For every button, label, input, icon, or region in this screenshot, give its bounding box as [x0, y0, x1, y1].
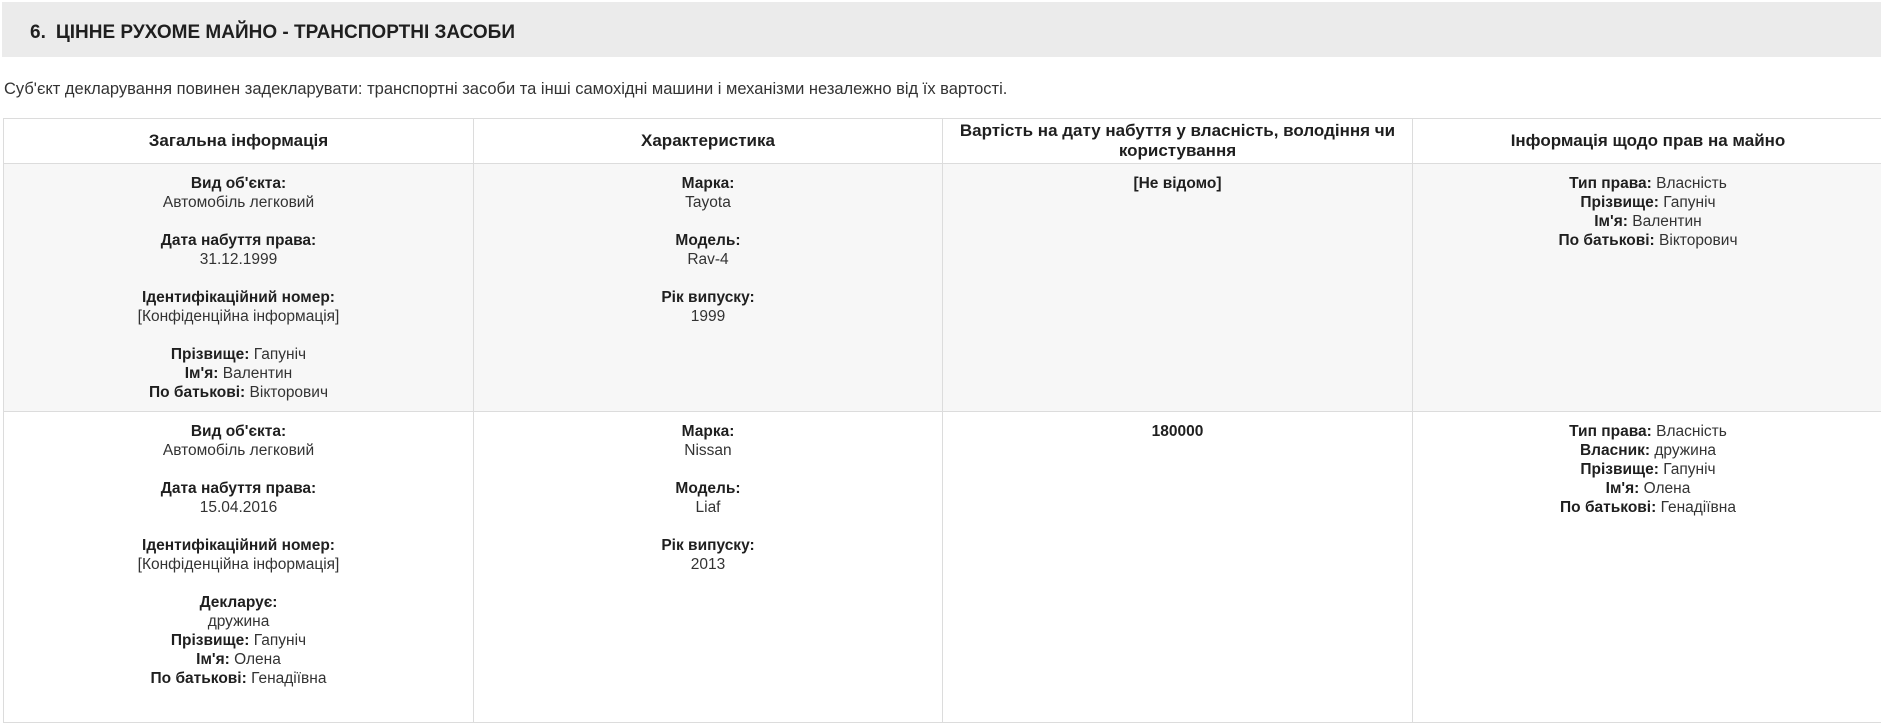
header-general-info: Загальна інформація — [4, 119, 474, 164]
brand-label: Марка: — [480, 422, 936, 441]
rights-patronymic-label: По батькові: — [1558, 232, 1654, 249]
year-label: Рік випуску: — [480, 288, 936, 307]
table-header-row: Загальна інформація Характеристика Варті… — [4, 119, 1881, 164]
object-type-value: Автомобіль легковий — [10, 193, 467, 212]
rights-type-value: Власність — [1656, 423, 1727, 440]
year-value: 2013 — [480, 555, 936, 574]
declarant-label: Декларує: — [10, 593, 467, 612]
surname-value: Гапуніч — [254, 346, 306, 363]
rights-patronymic-label: По батькові: — [1560, 499, 1656, 516]
model-value: Rav-4 — [480, 250, 936, 269]
vehicles-table: Загальна інформація Характеристика Варті… — [3, 118, 1881, 723]
value-amount: [Не відомо] — [949, 174, 1406, 193]
patronymic-value: Генадіївна — [251, 670, 326, 687]
year-value: 1999 — [480, 307, 936, 326]
acquired-date-label: Дата набуття права: — [10, 479, 467, 498]
acquired-date-block: Дата набуття права: 15.04.2016 — [10, 479, 467, 517]
object-type-block: Вид об'єкта: Автомобіль легковий — [10, 174, 467, 212]
surname-value: Гапуніч — [254, 632, 306, 649]
name-value: Валентин — [223, 365, 293, 382]
rights-surname-label: Прізвище: — [1580, 194, 1659, 211]
rights-surname-label: Прізвище: — [1580, 461, 1659, 478]
rights-type-label: Тип права: — [1569, 175, 1652, 192]
patronymic-label: По батькові: — [149, 384, 245, 401]
rights-owner-label: Власник: — [1580, 442, 1650, 459]
id-number-value: [Конфіденційна інформація] — [10, 555, 467, 574]
acquired-date-value: 15.04.2016 — [10, 498, 467, 517]
model-block: Модель: Liaf — [480, 479, 936, 517]
value-cell: [Не відомо] — [943, 164, 1413, 412]
rights-cell: Тип права: Власність Власник: дружина Пр… — [1413, 412, 1881, 723]
value-cell: 180000 — [943, 412, 1413, 723]
name-label: Ім'я: — [196, 651, 230, 668]
rights-patronymic-value: Вікторович — [1659, 232, 1738, 249]
id-number-value: [Конфіденційна інформація] — [10, 307, 467, 326]
surname-label: Прізвище: — [171, 346, 250, 363]
object-type-value: Автомобіль легковий — [10, 441, 467, 460]
year-label: Рік випуску: — [480, 536, 936, 555]
section-title-text: ЦІННЕ РУХОМЕ МАЙНО - ТРАНСПОРТНІ ЗАСОБИ — [56, 22, 515, 43]
acquired-date-label: Дата набуття права: — [10, 231, 467, 250]
section-number: 6. — [30, 22, 46, 43]
characteristics-cell: Марка: Nissan Модель: Liaf Рік випуску: … — [474, 412, 943, 723]
general-info-cell: Вид об'єкта: Автомобіль легковий Дата на… — [4, 412, 474, 723]
name-value: Олена — [234, 651, 281, 668]
declarant-value: дружина — [10, 612, 467, 631]
rights-name-label: Ім'я: — [1594, 213, 1628, 230]
person-block: Прізвище: Гапуніч Ім'я: Валентин По бать… — [10, 345, 467, 402]
rights-cell: Тип права: Власність Прізвище: Гапуніч І… — [1413, 164, 1881, 412]
acquired-date-value: 31.12.1999 — [10, 250, 467, 269]
brand-label: Марка: — [480, 174, 936, 193]
id-number-block: Ідентифікаційний номер: [Конфіденційна і… — [10, 536, 467, 574]
section-title: 6. ЦІННЕ РУХОМЕ МАЙНО - ТРАНСПОРТНІ ЗАСОБ… — [30, 22, 515, 44]
header-rights-info: Інформація щодо прав на майно — [1413, 119, 1881, 164]
model-label: Модель: — [480, 231, 936, 250]
rights-surname-value: Гапуніч — [1663, 194, 1715, 211]
rights-name-value: Валентин — [1632, 213, 1702, 230]
surname-label: Прізвище: — [171, 632, 250, 649]
model-value: Liaf — [480, 498, 936, 517]
acquired-date-block: Дата набуття права: 31.12.1999 — [10, 231, 467, 269]
brand-value: Tayota — [480, 193, 936, 212]
patronymic-value: Вікторович — [250, 384, 329, 401]
general-info-cell: Вид об'єкта: Автомобіль легковий Дата на… — [4, 164, 474, 412]
model-block: Модель: Rav-4 — [480, 231, 936, 269]
object-type-label: Вид об'єкта: — [10, 422, 467, 441]
year-block: Рік випуску: 2013 — [480, 536, 936, 574]
object-type-block: Вид об'єкта: Автомобіль легковий — [10, 422, 467, 460]
rights-owner-value: дружина — [1654, 442, 1716, 459]
brand-block: Марка: Nissan — [480, 422, 936, 460]
rights-surname-value: Гапуніч — [1663, 461, 1715, 478]
year-block: Рік випуску: 1999 — [480, 288, 936, 326]
name-label: Ім'я: — [185, 365, 219, 382]
model-label: Модель: — [480, 479, 936, 498]
object-type-label: Вид об'єкта: — [10, 174, 467, 193]
header-value: Вартість на дату набуття у власність, во… — [943, 119, 1413, 164]
rights-type-value: Власність — [1656, 175, 1727, 192]
table-row: Вид об'єкта: Автомобіль легковий Дата на… — [4, 412, 1881, 723]
rights-name-value: Олена — [1644, 480, 1691, 497]
rights-patronymic-value: Генадіївна — [1661, 499, 1736, 516]
header-characteristics: Характеристика — [474, 119, 943, 164]
value-amount: 180000 — [949, 422, 1406, 441]
id-number-label: Ідентифікаційний номер: — [10, 536, 467, 555]
brand-value: Nissan — [480, 441, 936, 460]
section-header: 6. ЦІННЕ РУХОМЕ МАЙНО - ТРАНСПОРТНІ ЗАСОБ… — [2, 2, 1881, 57]
brand-block: Марка: Tayota — [480, 174, 936, 212]
section-intro: Суб'єкт декларування повинен задекларува… — [4, 80, 1007, 99]
id-number-block: Ідентифікаційний номер: [Конфіденційна і… — [10, 288, 467, 326]
characteristics-cell: Марка: Tayota Модель: Rav-4 Рік випуску:… — [474, 164, 943, 412]
table-row: Вид об'єкта: Автомобіль легковий Дата на… — [4, 164, 1881, 412]
rights-name-label: Ім'я: — [1606, 480, 1640, 497]
id-number-label: Ідентифікаційний номер: — [10, 288, 467, 307]
person-block: Декларує: дружина Прізвище: Гапуніч Ім'я… — [10, 593, 467, 688]
patronymic-label: По батькові: — [151, 670, 247, 687]
rights-type-label: Тип права: — [1569, 423, 1652, 440]
